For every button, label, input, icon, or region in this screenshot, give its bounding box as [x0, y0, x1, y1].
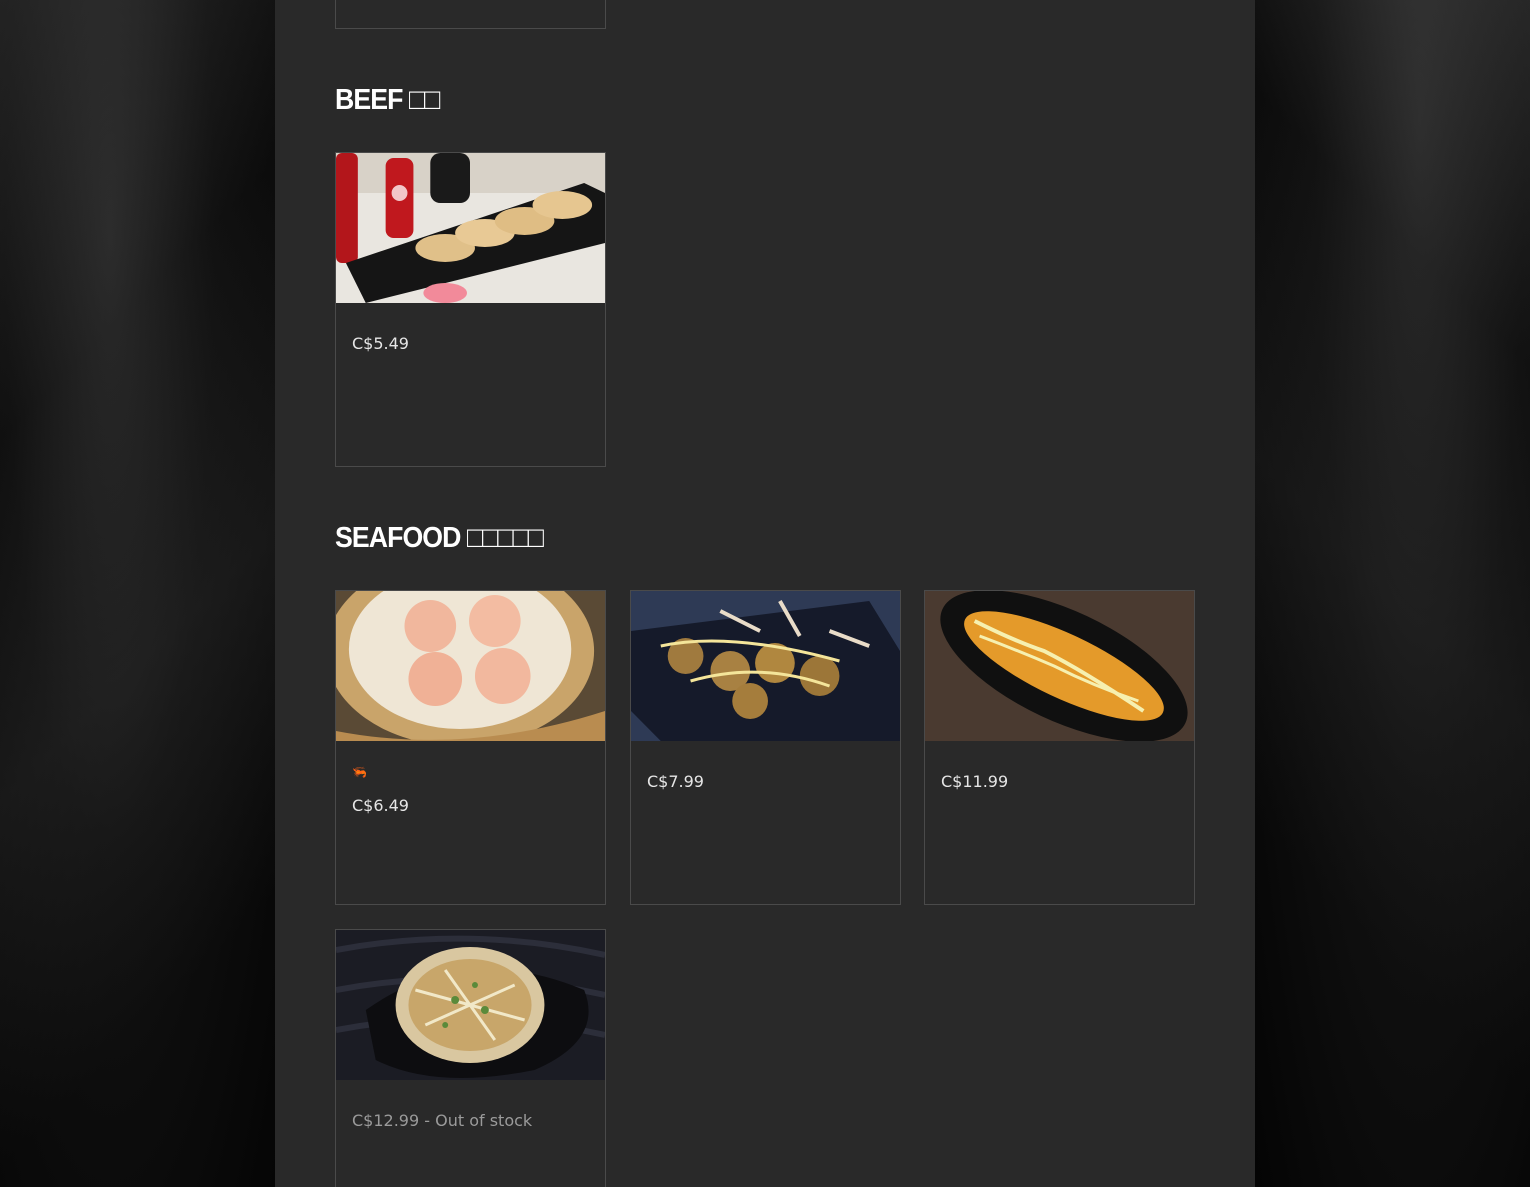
menu-item-card-seafood-1[interactable]: 🦐 C$6.49 [335, 590, 606, 905]
dumpling-image[interactable] [336, 153, 605, 303]
item-price: C$7.99 [647, 772, 704, 791]
fried-roll-image[interactable] [925, 591, 1194, 741]
menu-item-card-beef[interactable]: C$5.49 [335, 152, 606, 467]
okonomiyaki-image[interactable] [336, 930, 605, 1080]
item-price: C$11.99 [941, 772, 1009, 791]
menu-panel: BEEF □□ C$5.49 SEAFOOD □□□□□ 🦐 C$6.49 C$… [275, 0, 1255, 1187]
background-right [1255, 0, 1530, 1187]
item-price: C$5.49 [352, 334, 409, 353]
menu-item-card-seafood-4[interactable]: C$12.99 - Out of stock [335, 929, 606, 1187]
background-left [0, 0, 275, 1187]
item-price-out-of-stock: C$12.99 - Out of stock [352, 1111, 533, 1130]
shrimp-dumpling-image[interactable] [336, 591, 605, 741]
menu-item-card-seafood-2[interactable]: C$7.99 [630, 590, 901, 905]
takoyaki-image[interactable] [631, 591, 900, 741]
item-price: C$6.49 [352, 796, 409, 815]
section-title-seafood: SEAFOOD □□□□□ [335, 522, 544, 554]
section-title-beef: BEEF □□ [335, 84, 440, 116]
menu-item-card-previous[interactable] [335, 0, 606, 29]
shrimp-icon: 🦐 [352, 765, 367, 779]
menu-item-card-seafood-3[interactable]: C$11.99 [924, 590, 1195, 905]
